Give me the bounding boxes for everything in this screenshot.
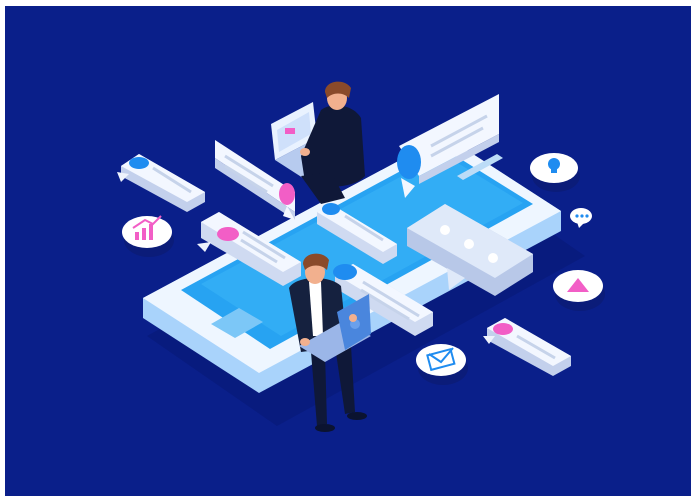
mail-icon (416, 344, 468, 385)
avatar-dot (217, 227, 239, 241)
lightbulb-icon (530, 153, 580, 192)
avatar-dot (322, 203, 340, 215)
avatar-dot (279, 183, 295, 205)
chat-icon (570, 208, 592, 228)
avatar-dot (397, 145, 421, 179)
play-icon (553, 270, 605, 311)
avatar-dot (493, 323, 513, 335)
avatar-dot (333, 264, 357, 280)
avatar-dot (129, 157, 149, 169)
floating-bubble-top-left (117, 154, 205, 212)
illustration-canvas (5, 6, 691, 496)
floating-bubble-bottom-right (483, 318, 571, 376)
image-frame (0, 0, 698, 501)
chart-icon (122, 215, 174, 257)
isometric-social-media-illustration (117, 81, 605, 432)
